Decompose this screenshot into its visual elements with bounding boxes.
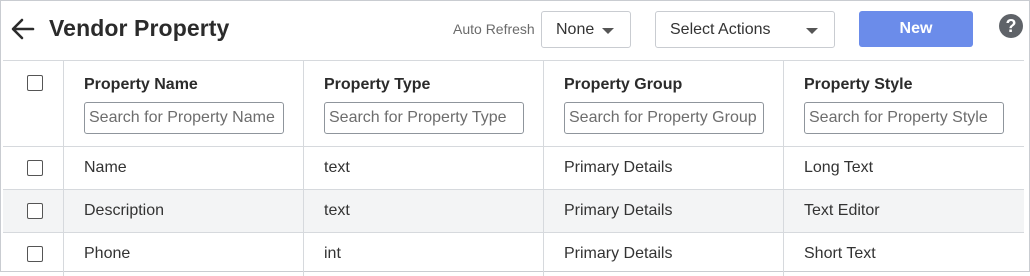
cell-property-style: Text Editor (784, 190, 1024, 232)
cell-property-name: Phone (64, 233, 304, 276)
page-header: Vendor Property Auto Refresh None Select… (1, 1, 1029, 59)
column-title: Property Name (84, 76, 198, 93)
cell-property-group: Primary Details (544, 147, 784, 189)
select-all-cell (3, 61, 64, 146)
column-title: Property Style (804, 76, 913, 93)
column-title: Property Group (564, 76, 683, 93)
cell-property-style: Long Text (784, 147, 1024, 189)
cell-value: text (324, 159, 350, 176)
table-header-row: Property Name Property Type Property Gro… (3, 61, 1024, 147)
cell-property-style: Short Text (784, 233, 1024, 276)
cell-value: Long Text (804, 159, 874, 176)
vendor-property-table: Property Name Property Type Property Gro… (3, 60, 1024, 276)
cell-value: Text Editor (804, 202, 880, 219)
cell-property-group: Primary Details (544, 190, 784, 232)
row-checkbox[interactable] (27, 203, 43, 219)
auto-refresh-label: Auto Refresh (453, 21, 535, 37)
column-header-property-style: Property Style (784, 61, 1024, 146)
cell-property-type: text (304, 190, 544, 232)
cell-value: Phone (84, 245, 131, 262)
select-actions-value: Select Actions (670, 21, 771, 38)
select-all-checkbox[interactable] (27, 75, 43, 91)
app-window: Vendor Property Auto Refresh None Select… (0, 0, 1030, 276)
select-actions-dropdown[interactable]: Select Actions (655, 11, 835, 48)
cell-value: Short Text (804, 245, 876, 262)
column-header-property-type: Property Type (304, 61, 544, 146)
arrow-left-icon[interactable] (9, 15, 37, 43)
column-header-property-name: Property Name (64, 61, 304, 146)
row-select-cell (3, 147, 64, 189)
property-group-search-input[interactable] (564, 102, 764, 134)
chevron-down-icon (806, 28, 818, 34)
table-row[interactable]: Description text Primary Details Text Ed… (3, 190, 1024, 233)
row-select-cell (3, 233, 64, 276)
cell-property-name: Name (64, 147, 304, 189)
cell-property-type: int (304, 233, 544, 276)
cell-value: Primary Details (564, 245, 673, 262)
row-checkbox[interactable] (27, 160, 43, 176)
cell-value: int (324, 245, 341, 262)
property-style-search-input[interactable] (804, 102, 1004, 134)
page-title: Vendor Property (49, 15, 230, 41)
table-row[interactable]: Phone int Primary Details Short Text (3, 233, 1024, 276)
cell-property-type: text (304, 147, 544, 189)
column-title: Property Type (324, 76, 431, 93)
cell-value: Primary Details (564, 202, 673, 219)
cell-property-name: Description (64, 190, 304, 232)
column-header-property-group: Property Group (544, 61, 784, 146)
cell-value: text (324, 202, 350, 219)
auto-refresh-value: None (556, 21, 595, 38)
row-checkbox[interactable] (27, 246, 43, 262)
cell-value: Description (84, 202, 165, 219)
row-select-cell (3, 190, 64, 232)
property-name-search-input[interactable] (84, 102, 284, 134)
property-type-search-input[interactable] (324, 102, 524, 134)
new-button[interactable]: New (859, 11, 973, 47)
cell-value: Primary Details (564, 159, 673, 176)
auto-refresh-select[interactable]: None (541, 11, 631, 48)
cell-value: Name (84, 159, 127, 176)
cell-property-group: Primary Details (544, 233, 784, 276)
chevron-down-icon (602, 28, 614, 34)
help-icon[interactable]: ? (999, 14, 1023, 38)
table-row[interactable]: Name text Primary Details Long Text (3, 147, 1024, 190)
